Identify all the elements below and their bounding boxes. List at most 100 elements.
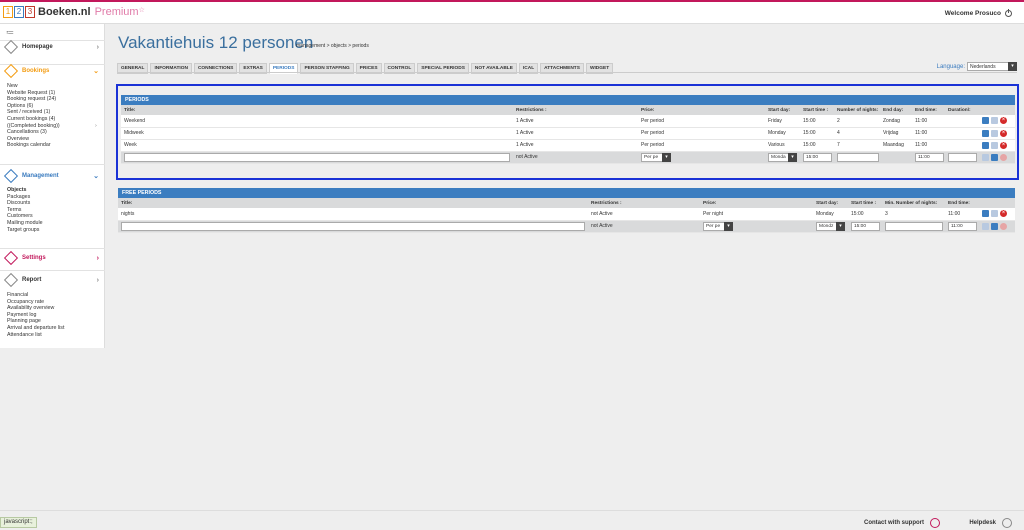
mail-icon[interactable]	[991, 129, 998, 137]
sidebar-item-bookings-calendar[interactable]: Bookings calendar	[7, 142, 105, 149]
home-icon	[3, 39, 19, 55]
sidebar-bookings-label: Bookings	[22, 68, 50, 74]
col-title: Title:	[121, 105, 513, 115]
delete-icon[interactable]: ×	[1000, 141, 1007, 149]
title-input[interactable]	[124, 152, 510, 162]
table-row[interactable]: nights not Active Per night Monday 15:00…	[118, 208, 1015, 221]
status-bar: javascript:;	[0, 517, 37, 528]
logo-digit-3: 3	[25, 6, 35, 18]
sidebar-item-attendance-list[interactable]: Attendance list	[7, 332, 105, 339]
sidebar-item-discounts[interactable]: Discounts	[7, 200, 105, 207]
management-list: Objects Packages Discounts Terms Custome…	[0, 187, 105, 233]
sidebar-section-settings[interactable]: Settings ›	[0, 248, 105, 267]
sidebar-management-header[interactable]: Management ⌄	[0, 165, 105, 187]
menu-icon[interactable]: ≔	[6, 28, 14, 37]
sidebar-item-terms[interactable]: Terms	[7, 207, 105, 214]
end-time-input[interactable]: 11:00	[915, 152, 944, 162]
end-time-input[interactable]: 11:00	[948, 221, 977, 231]
cell-end-day: Vrijdag	[880, 127, 912, 140]
cell-actions	[979, 220, 1015, 233]
min-nights-input[interactable]	[885, 221, 943, 231]
table-row[interactable]: Weekend 1 Active Per period Friday 15:00…	[121, 115, 1015, 128]
title-input[interactable]	[121, 221, 585, 231]
sidebar-item-financial[interactable]: Financial	[7, 292, 105, 299]
sidebar-item-target-groups[interactable]: Target groups	[7, 227, 105, 234]
sidebar-item-overview[interactable]: Overview	[7, 136, 105, 143]
premium-text: Premium	[94, 6, 139, 18]
mail-icon[interactable]	[991, 210, 998, 218]
power-icon[interactable]	[1005, 9, 1012, 17]
price-select[interactable]: Per pe ▾	[703, 221, 733, 231]
sidebar-item-customers[interactable]: Customers	[7, 213, 105, 220]
periods-heading: PERIODS	[121, 95, 1015, 105]
col-start-day: Start day:	[813, 198, 848, 208]
price-select[interactable]: Per pe ▾	[641, 152, 671, 162]
save-icon[interactable]	[991, 153, 998, 161]
sidebar-section-bookings: Bookings ⌄ New Website Request (1) Booki…	[0, 63, 105, 149]
cell-end-day: Maandag	[880, 139, 912, 152]
sidebar-item-current-bookings[interactable]: Current bookings (4)	[7, 116, 105, 123]
edit-icon[interactable]	[982, 141, 989, 149]
sidebar-item-new[interactable]: New	[7, 83, 105, 90]
save-icon[interactable]	[991, 222, 998, 230]
start-time-input[interactable]: 15:00	[851, 221, 880, 231]
cancel-icon[interactable]	[1000, 222, 1007, 230]
col-actions	[979, 198, 1015, 208]
language-select[interactable]: Nederlands ▾	[967, 62, 1017, 71]
edit-icon[interactable]	[982, 210, 989, 218]
start-day-select[interactable]: Monda ▾	[768, 152, 797, 162]
cell-start-time: 15:00	[800, 127, 834, 140]
edit-icon[interactable]	[982, 117, 989, 125]
premium-label: Premium☆	[95, 6, 145, 18]
contact-support[interactable]: Contact with support	[864, 518, 940, 528]
breadcrumb[interactable]: management > objects > periods	[296, 43, 369, 49]
brand-name: Boeken.nl	[38, 6, 91, 18]
sidebar-item-mailing-module[interactable]: Mailing module	[7, 220, 105, 227]
cell-restrictions: not Active	[513, 151, 638, 164]
start-day-select[interactable]: Mondz ▾	[816, 221, 845, 231]
delete-icon[interactable]: ×	[1000, 129, 1007, 137]
cell-end-day	[880, 151, 912, 164]
sidebar-item-options[interactable]: Options (6)	[7, 103, 105, 110]
table-row[interactable]: Week 1 Active Per period Various 15:00 7…	[121, 139, 1015, 152]
delete-icon[interactable]: ×	[1000, 117, 1007, 125]
mail-icon[interactable]	[991, 117, 998, 125]
report-list: Financial Occupancy rate Availability ov…	[0, 292, 105, 338]
sidebar-bookings-header[interactable]: Bookings ⌄	[0, 63, 105, 79]
sidebar-item-occupancy-rate[interactable]: Occupancy rate	[7, 299, 105, 306]
cancel-icon[interactable]	[1000, 153, 1007, 161]
sidebar-item-completed-booking[interactable]: ((Completed booking)) ›	[7, 123, 105, 130]
duration-input[interactable]	[948, 152, 977, 162]
sidebar-item-cancellations[interactable]: Cancellations (3)	[7, 129, 105, 136]
cell-start-day: Monday	[765, 127, 800, 140]
mail-icon[interactable]	[991, 141, 998, 149]
sidebar-item-booking-request[interactable]: Booking request (24)	[7, 96, 105, 103]
dropdown-arrow-icon: ▾	[662, 152, 671, 162]
sidebar-item-planning-page[interactable]: Planning page	[7, 318, 105, 325]
add-period-row: not Active Per pe ▾ Monda ▾ 15:00 11:00	[121, 151, 1015, 164]
helpdesk[interactable]: Helpdesk	[969, 518, 1012, 528]
helpdesk-icon	[1002, 518, 1012, 528]
sidebar-item-packages[interactable]: Packages	[7, 194, 105, 201]
cell-price-select: Per pe ▾	[700, 220, 813, 233]
table-row[interactable]: Midweek 1 Active Per period Monday 15:00…	[121, 127, 1015, 140]
sidebar-item-payment-log[interactable]: Payment log	[7, 312, 105, 319]
sidebar-report-header[interactable]: Report ›	[0, 271, 105, 289]
cell-actions: ×	[979, 127, 1015, 140]
sidebar-item-website-request[interactable]: Website Request (1)	[7, 90, 105, 97]
cell-price: Per period	[638, 115, 765, 128]
sidebar-item-objects[interactable]: Objects	[7, 187, 105, 194]
nights-input[interactable]	[837, 152, 879, 162]
delete-icon[interactable]: ×	[1000, 210, 1007, 218]
chevron-right-icon: ›	[96, 43, 99, 51]
sidebar-item-sent-received[interactable]: Sent / received (1)	[7, 109, 105, 116]
edit-icon[interactable]	[982, 129, 989, 137]
sidebar-section-homepage[interactable]: Homepage ›	[0, 39, 105, 55]
logo[interactable]: 1 2 3 Boeken.nl Premium☆	[3, 6, 145, 18]
start-day-value: Monda	[771, 154, 786, 160]
helpdesk-label: Helpdesk	[969, 520, 996, 526]
start-time-input[interactable]: 15:00	[803, 152, 832, 162]
sidebar-item-availability-overview[interactable]: Availability overview	[7, 305, 105, 312]
sidebar-section-report: Report › Financial Occupancy rate Availa…	[0, 270, 105, 338]
sidebar-item-arrival-departure[interactable]: Arrival and departure list	[7, 325, 105, 332]
